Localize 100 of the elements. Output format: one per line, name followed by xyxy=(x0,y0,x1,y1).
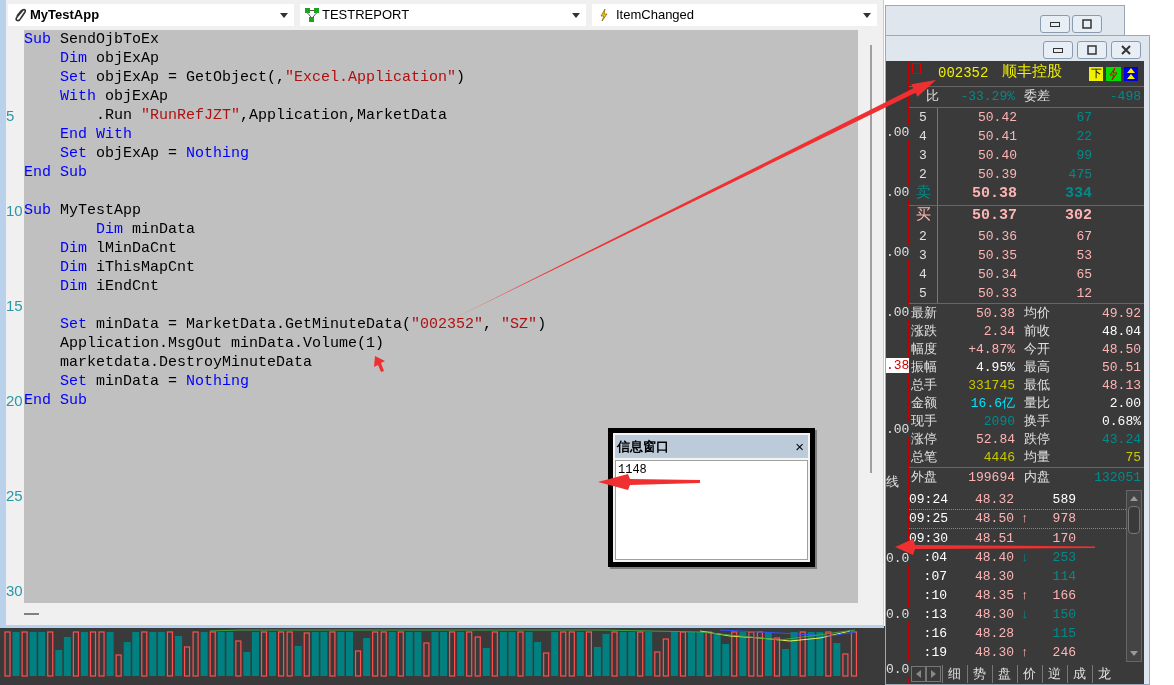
field-value: 48.13 xyxy=(1102,377,1142,396)
scrollbar-thumb[interactable] xyxy=(1128,506,1140,534)
volume-value: 246 xyxy=(1051,643,1076,662)
module-dropdown[interactable]: TESTREPORT xyxy=(300,4,586,26)
stock-name: 顺丰控股 xyxy=(1002,62,1063,84)
field-label: 外盘 xyxy=(910,468,938,487)
axis-label: 线 xyxy=(886,475,899,490)
price-value: 50.36 xyxy=(937,227,1017,246)
trend-arrow: ↑ xyxy=(1020,586,1030,605)
field-label: 委差 xyxy=(1024,88,1051,107)
scrollbar[interactable] xyxy=(869,45,872,473)
level-label: 2 xyxy=(918,165,928,184)
level-label: 3 xyxy=(918,146,928,165)
minimize-icon xyxy=(1053,47,1063,53)
volume-value: 302 xyxy=(1064,206,1092,227)
field-label: 最低 xyxy=(1024,377,1051,396)
tab[interactable]: 盘 xyxy=(992,665,1016,683)
minimize-button[interactable] xyxy=(1043,41,1073,59)
tab-scroll-arrows-icon[interactable] xyxy=(911,666,941,682)
volume-value: 334 xyxy=(1064,184,1092,205)
trend-arrow: ↑ xyxy=(1020,643,1030,662)
maximize-button[interactable] xyxy=(1077,41,1107,59)
close-button[interactable]: × xyxy=(795,439,804,454)
tab[interactable]: 成 xyxy=(1067,665,1091,683)
level-label: 3 xyxy=(918,246,928,265)
marker-icon xyxy=(912,63,921,74)
object-dropdown[interactable]: MyTestApp xyxy=(8,4,294,26)
field-label: 涨跌 xyxy=(910,323,938,342)
info-window-title: 信息窗口 xyxy=(617,437,669,456)
code-line: End Sub xyxy=(24,163,87,182)
field-label: 比 xyxy=(925,88,939,107)
time-value: 09:30 xyxy=(909,529,949,548)
dropdown-text: TESTREPORT xyxy=(322,6,410,25)
line-number: 5 xyxy=(6,106,16,125)
event-dropdown[interactable]: ItemChanged xyxy=(592,4,877,26)
field-value: 48.04 xyxy=(1102,323,1142,342)
axis-label: .00 xyxy=(886,422,910,437)
paperclip-icon xyxy=(12,7,28,23)
code-line: Set objExAp = Nothing xyxy=(59,144,250,163)
arrow-annotation xyxy=(374,356,385,372)
axis-label: .38 xyxy=(886,358,910,373)
price-value: 48.50 xyxy=(974,510,1014,529)
field-label: 振幅 xyxy=(910,359,938,378)
volume-value: 166 xyxy=(1051,586,1076,605)
code-line: Set minData = Nothing xyxy=(59,372,250,391)
code-line: Dim objExAp xyxy=(59,49,160,68)
tab[interactable]: 价 xyxy=(1017,665,1041,683)
tab[interactable]: 龙 xyxy=(1092,665,1116,683)
maximize-button[interactable] xyxy=(1072,15,1102,33)
time-value: :04 xyxy=(922,548,948,567)
scrollbar[interactable] xyxy=(1126,490,1142,662)
dropdown-arrow-icon[interactable] xyxy=(863,12,871,18)
field-value: 50.51 xyxy=(1102,359,1142,378)
price-value: 50.37 xyxy=(937,206,1017,227)
code-line: End With xyxy=(59,125,133,144)
splitter-handle[interactable] xyxy=(24,613,39,615)
axis-label: .00 xyxy=(886,125,910,140)
field-value: 331745 xyxy=(967,377,1015,396)
price-value: 50.38 xyxy=(937,184,1017,205)
axis-label: .00 xyxy=(886,185,910,200)
line-number: 10 xyxy=(6,201,24,220)
tab[interactable]: 细 xyxy=(942,665,966,683)
dropdown-arrow-icon[interactable] xyxy=(572,12,580,18)
volume-value: 589 xyxy=(1051,491,1076,510)
field-label: 涨停 xyxy=(910,431,938,450)
volume-value: 978 xyxy=(1051,510,1076,529)
lightning-icon[interactable] xyxy=(1106,66,1121,81)
level-label: 5 xyxy=(918,108,928,127)
level-label: 4 xyxy=(918,265,928,284)
field-value: +4.87% xyxy=(967,341,1015,360)
volume-value: 22 xyxy=(1075,127,1092,146)
field-value: 16.6亿 xyxy=(969,395,1015,414)
field-value: -33.29% xyxy=(959,88,1015,107)
field-value: 48.50 xyxy=(1102,341,1142,360)
level-label: 5 xyxy=(918,284,928,303)
field-value: -498 xyxy=(1109,88,1142,107)
trend-arrow: ↓ xyxy=(1020,605,1030,624)
time-value: :13 xyxy=(922,605,948,624)
line-number: 25 xyxy=(6,486,24,505)
price-value: 48.40 xyxy=(974,548,1014,567)
price-value: 48.32 xyxy=(974,491,1014,510)
code-line: .Run "RunRefJZT",Application,MarketData xyxy=(95,106,448,125)
double-up-arrow-icon[interactable] xyxy=(1124,66,1138,81)
volume-value: 115 xyxy=(1051,624,1076,643)
axis-label: 0.0 xyxy=(886,607,910,622)
volume-value: 170 xyxy=(1051,529,1076,548)
close-button[interactable] xyxy=(1111,41,1141,59)
output-text: 1148 xyxy=(617,462,648,479)
tab[interactable]: 势 xyxy=(967,665,991,683)
minimize-button[interactable] xyxy=(1040,15,1070,33)
code-line: End Sub xyxy=(24,391,87,410)
maximize-icon xyxy=(1082,19,1092,29)
volume-value: 12 xyxy=(1075,284,1092,303)
field-label: 最高 xyxy=(1024,359,1051,378)
line-number: 30 xyxy=(6,581,24,600)
tab[interactable]: 逆 xyxy=(1042,665,1066,683)
field-label: 跌停 xyxy=(1024,431,1051,450)
price-value: 48.35 xyxy=(974,586,1014,605)
dropdown-arrow-icon[interactable] xyxy=(280,12,288,18)
field-label: 总手 xyxy=(910,377,938,396)
